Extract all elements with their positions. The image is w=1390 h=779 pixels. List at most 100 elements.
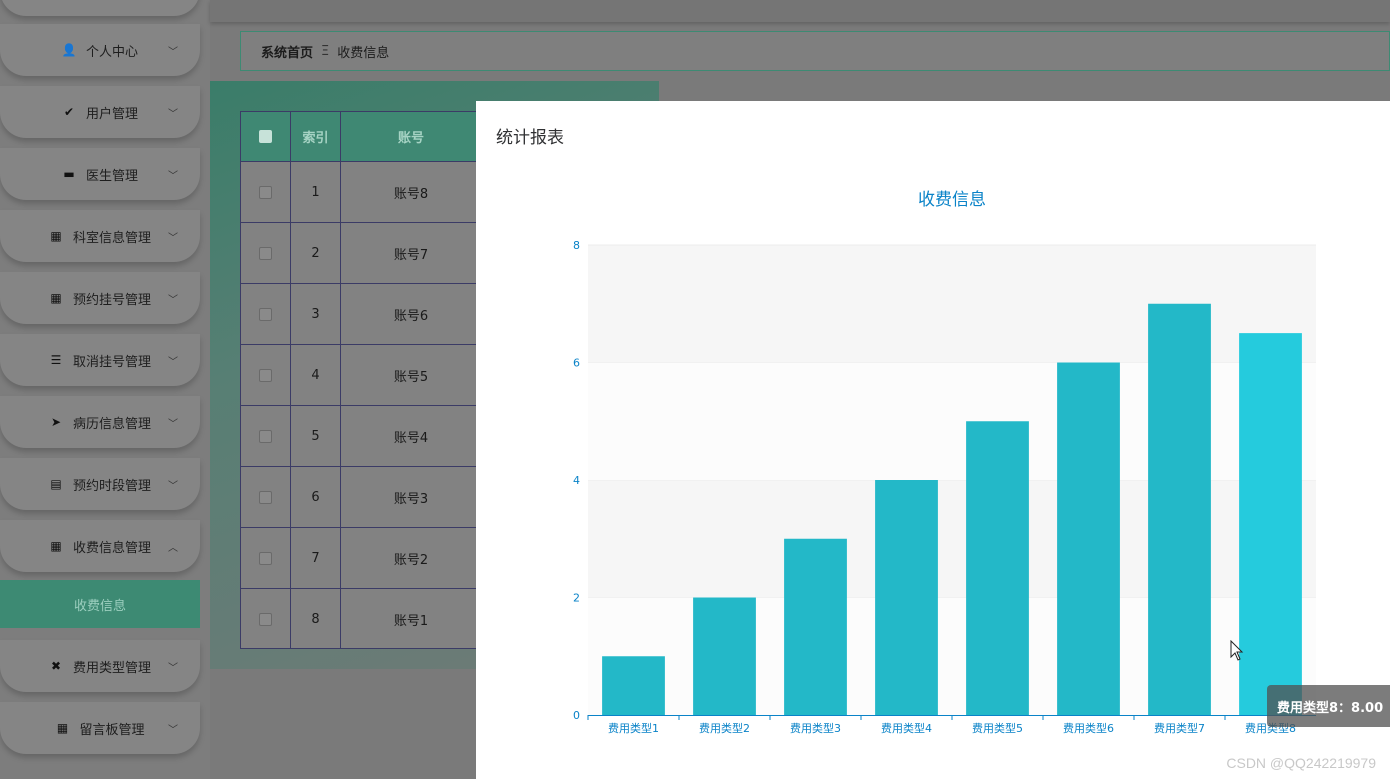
chevron-down-icon: ﹀ xyxy=(168,46,178,58)
watermark: CSDN @QQ242219979 xyxy=(1226,755,1376,771)
sidebar-item-label: 留言板管理 xyxy=(79,722,145,738)
row-checkbox[interactable] xyxy=(259,185,272,199)
chevron-down-icon: ﹀ xyxy=(168,108,178,120)
y-tick-label: 2 xyxy=(573,592,580,605)
row-checkbox[interactable] xyxy=(259,307,272,321)
chevron-up-icon: ︿ xyxy=(168,542,178,554)
y-tick-label: 8 xyxy=(573,239,580,252)
chevron-down-icon: ﹀ xyxy=(168,724,178,736)
bar-chart: 收费信息 0 2 4 6 8 费用类型1 费用类型2 费用类型3 费用类型4 费用类型5 费用类型6 费… xyxy=(573,190,1316,735)
header-account[interactable]: 账号 xyxy=(341,112,481,161)
bar xyxy=(1239,333,1302,715)
row-account: 账号3 xyxy=(393,491,429,507)
y-tick-label: 6 xyxy=(573,357,580,370)
bar xyxy=(1148,303,1211,715)
sidebar-item-3[interactable]: ▦ 科室信息管理 ﹀ xyxy=(0,210,200,262)
sidebar-item-label: 预约时段管理 xyxy=(72,478,151,494)
table-row[interactable]: 2 账号7 xyxy=(241,222,479,283)
bar xyxy=(602,656,665,715)
row-checkbox[interactable] xyxy=(259,246,272,260)
row-checkbox[interactable] xyxy=(259,490,272,504)
x-tick-label: 费用类型5 xyxy=(972,721,1023,735)
table-header: 索引 账号 xyxy=(241,112,479,161)
submenu-item-label: 收费信息 xyxy=(73,598,126,614)
sidebar-item-label: 用户管理 xyxy=(85,106,138,122)
menu-item-top[interactable] xyxy=(0,0,200,16)
grid-icon: ▦ xyxy=(50,539,62,553)
sidebar: 👤 个人中心 ﹀ ✔ 用户管理 ﹀ ▬ 医生管理 ﹀ ▦ 科室信息管理 ﹀ ▦ 预约挂号管理 ﹀ ☰ 取消挂号管… xyxy=(0,0,210,779)
row-index: 2 xyxy=(291,223,341,283)
x-tick-label: 费用类型4 xyxy=(881,721,932,735)
row-account: 账号6 xyxy=(393,308,429,324)
row-checkbox[interactable] xyxy=(259,429,272,443)
sidebar-item-4[interactable]: ▦ 预约挂号管理 ﹀ xyxy=(0,272,200,324)
chevron-down-icon: ﹀ xyxy=(168,232,178,244)
x-tick-label: 费用类型3 xyxy=(790,721,841,735)
bar xyxy=(784,538,847,715)
select-all-checkbox[interactable] xyxy=(259,130,272,143)
bar xyxy=(693,597,756,715)
table-row[interactable]: 1 账号8 xyxy=(241,161,479,222)
sidebar-item-6[interactable]: ➤ 病历信息管理 ﹀ xyxy=(0,396,200,448)
sidebar-item-7[interactable]: ▤ 预约时段管理 ﹀ xyxy=(0,458,200,510)
breadcrumb: 系统首页 Ξ 收费信息 xyxy=(240,31,1390,71)
sidebar-item-label: 预约挂号管理 xyxy=(72,292,151,308)
row-index: 5 xyxy=(291,406,341,466)
row-checkbox[interactable] xyxy=(259,551,272,565)
y-tick-label: 4 xyxy=(573,474,580,487)
row-account: 账号5 xyxy=(393,369,429,385)
mouse-cursor-icon xyxy=(1230,640,1244,661)
sidebar-item-label: 费用类型管理 xyxy=(72,660,151,676)
sidebar-item-0[interactable]: 👤 个人中心 ﹀ xyxy=(0,24,200,76)
sidebar-item-label: 收费信息管理 xyxy=(72,540,151,556)
clipboard-check-icon: ✔ xyxy=(63,105,75,119)
x-tick-label: 费用类型6 xyxy=(1063,721,1114,735)
chart-title: 收费信息 xyxy=(918,190,986,210)
sidebar-item-label: 取消挂号管理 xyxy=(72,354,151,370)
table-row[interactable]: 3 账号6 xyxy=(241,283,479,344)
sidebar-item-10[interactable]: ▦ 留言板管理 ﹀ xyxy=(0,702,200,754)
chevron-down-icon: ﹀ xyxy=(168,356,178,368)
sidebar-item-5[interactable]: ☰ 取消挂号管理 ﹀ xyxy=(0,334,200,386)
row-checkbox[interactable] xyxy=(259,612,272,626)
x-tick-label: 费用类型2 xyxy=(699,721,750,735)
row-checkbox[interactable] xyxy=(259,368,272,382)
chevron-down-icon: ﹀ xyxy=(168,662,178,674)
submenu-item-fee-info[interactable]: 收费信息 xyxy=(0,580,200,628)
table-row[interactable]: 5 账号4 xyxy=(241,405,479,466)
user-icon: 👤 xyxy=(61,43,77,57)
sidebar-item-1[interactable]: ✔ 用户管理 ﹀ xyxy=(0,86,200,138)
row-account: 账号8 xyxy=(393,186,429,202)
x-tick-label: 费用类型1 xyxy=(608,721,659,735)
row-index: 8 xyxy=(291,589,341,649)
chart-tooltip: 费用类型8：8.00 xyxy=(1267,685,1390,727)
data-table: 索引 账号 1 账号8 2 账号7 3 账号6 4 账号5 5 账号4 6 账号3 7 账号2 8 账号1 xyxy=(240,111,480,649)
table-row[interactable]: 6 账号3 xyxy=(241,466,479,527)
bar xyxy=(966,421,1029,715)
row-index: 4 xyxy=(291,345,341,405)
sidebar-item-2[interactable]: ▬ 医生管理 ﹀ xyxy=(0,148,200,200)
chevron-down-icon: ﹀ xyxy=(168,170,178,182)
breadcrumb-home[interactable]: 系统首页 xyxy=(261,42,313,61)
row-account: 账号4 xyxy=(393,430,429,446)
row-index: 6 xyxy=(291,467,341,527)
chevron-down-icon: ﹀ xyxy=(168,418,178,430)
sidebar-item-label: 病历信息管理 xyxy=(72,416,151,432)
sidebar-item-label: 科室信息管理 xyxy=(72,230,151,246)
grid-icon: ▦ xyxy=(56,721,69,735)
row-index: 7 xyxy=(291,528,341,588)
table-row[interactable]: 4 账号5 xyxy=(241,344,479,405)
row-index: 1 xyxy=(291,162,341,222)
row-account: 账号2 xyxy=(393,552,429,568)
sidebar-item-8[interactable]: ▦ 收费信息管理 ︿ xyxy=(0,520,200,572)
sidebar-item-9[interactable]: ✖ 费用类型管理 ﹀ xyxy=(0,640,200,692)
store-icon: ▬ xyxy=(63,167,75,181)
bar xyxy=(875,480,938,715)
chevron-down-icon: ﹀ xyxy=(168,294,178,306)
row-account: 账号7 xyxy=(393,247,429,263)
top-header xyxy=(210,0,1390,22)
breadcrumb-current: 收费信息 xyxy=(337,45,390,61)
table-row[interactable]: 8 账号1 xyxy=(241,588,479,649)
y-tick-label: 0 xyxy=(573,709,580,722)
table-row[interactable]: 7 账号2 xyxy=(241,527,479,588)
